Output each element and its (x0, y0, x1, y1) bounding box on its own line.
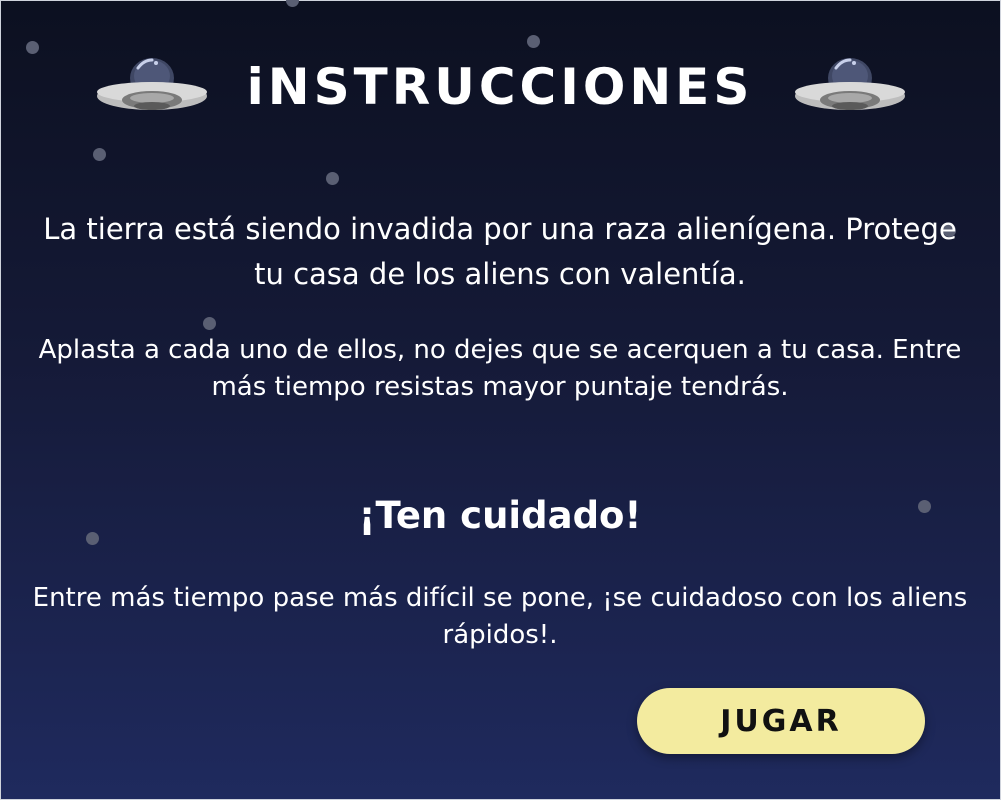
goal-paragraph: Aplasta a cada uno de ellos, no dejes qu… (38, 335, 962, 402)
star-decoration (326, 172, 339, 185)
ufo-icon (97, 58, 207, 110)
star-decoration (918, 500, 931, 513)
intro-paragraph: La tierra está siendo invadida por una r… (43, 212, 957, 291)
warning-paragraph: Entre más tiempo pase más difícil se pon… (32, 583, 968, 650)
star-decoration (93, 148, 106, 161)
star-decoration (203, 317, 216, 330)
warning-heading: ¡Ten cuidado! (358, 494, 642, 537)
ufo-icon (795, 58, 905, 110)
play-button[interactable]: JUGAR (637, 688, 925, 754)
star-decoration (26, 41, 39, 54)
star-decoration (286, 0, 299, 7)
page-title: iNSTRUCCIONES (246, 58, 754, 116)
star-decoration (527, 35, 540, 48)
star-decoration (86, 532, 99, 545)
